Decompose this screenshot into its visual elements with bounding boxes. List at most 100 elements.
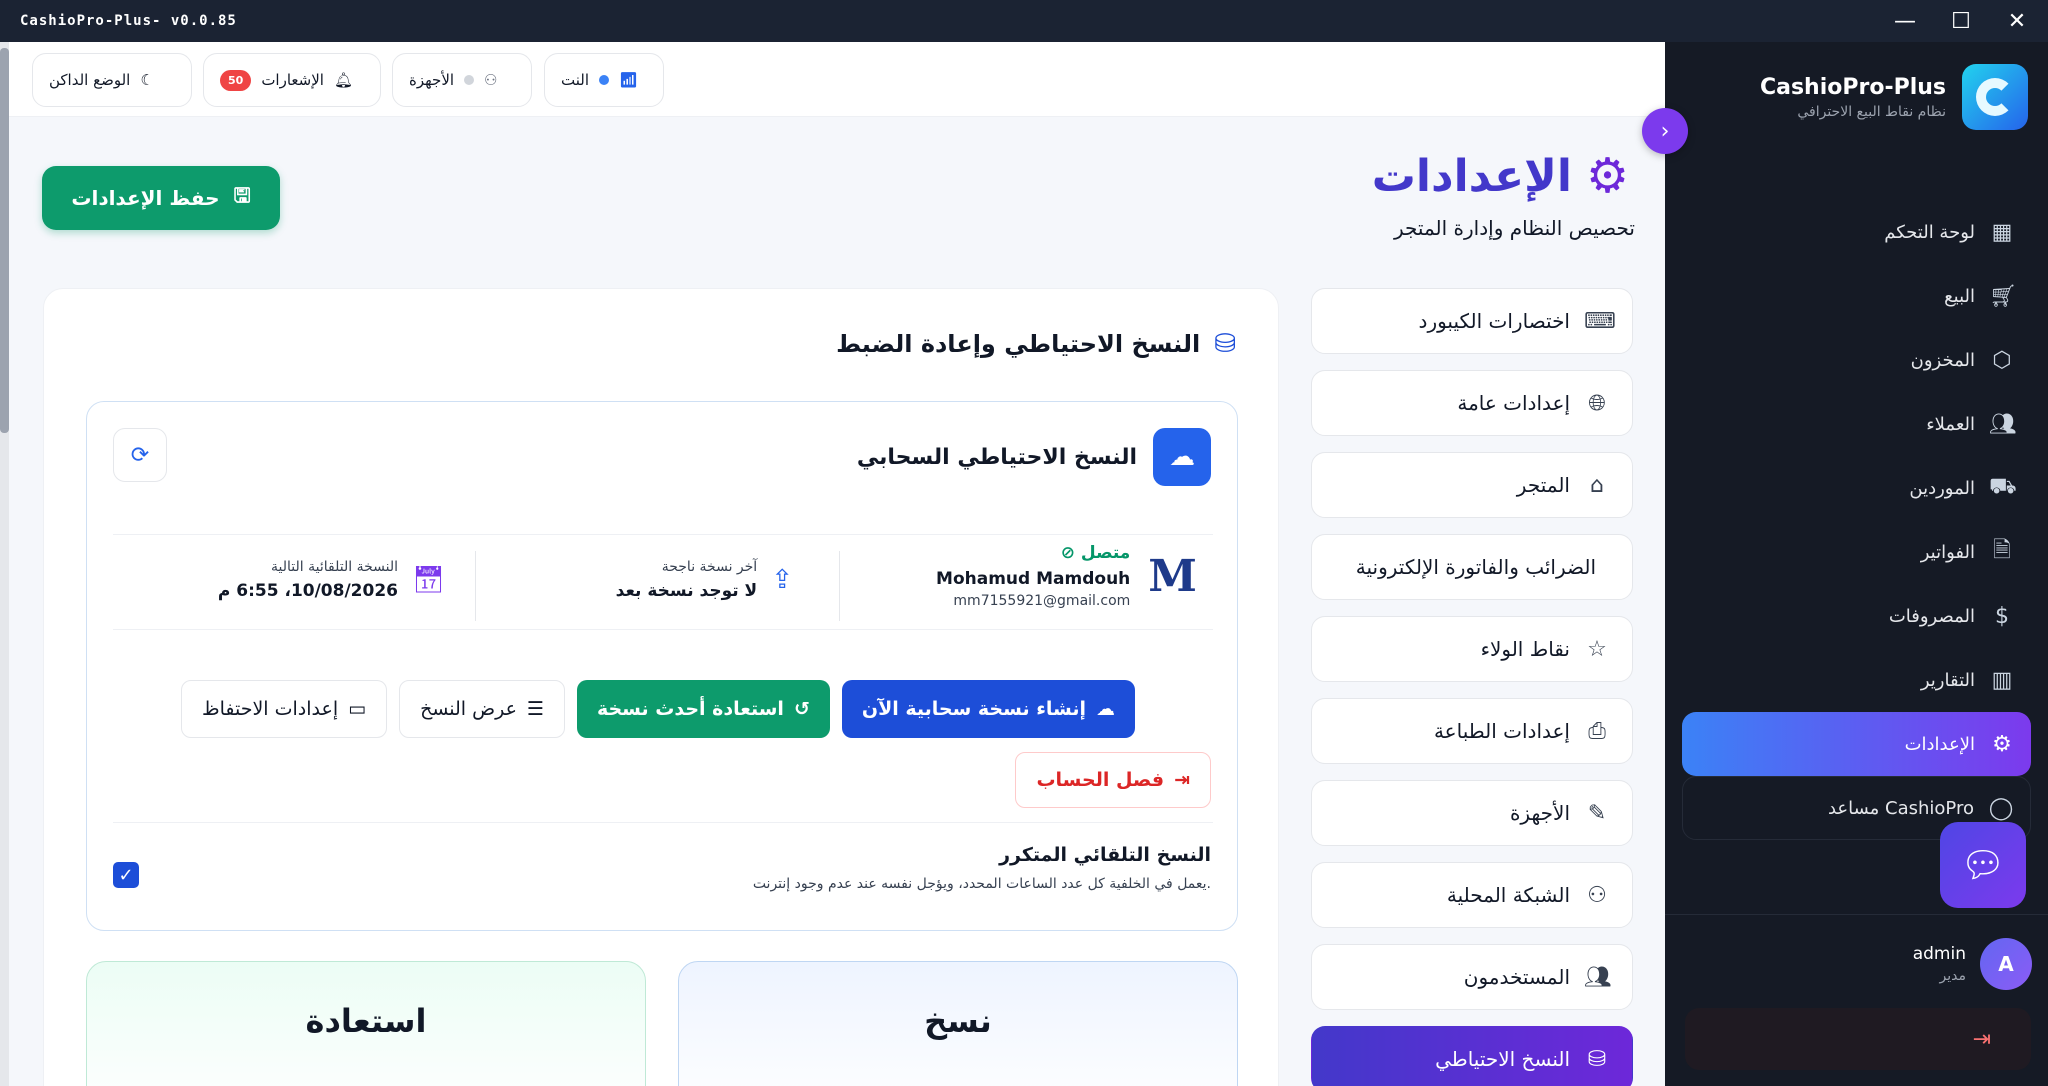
backup-card[interactable]: نسخ	[678, 961, 1238, 1086]
settings-nav-general[interactable]: إعدادات عامة 🌐︎	[1311, 370, 1633, 436]
divider	[475, 551, 476, 621]
box-icon: ⬡	[1992, 347, 2012, 373]
sidebar-item-label: التقارير	[1920, 669, 1975, 691]
refresh-button[interactable]: ⟳	[113, 428, 167, 482]
restore-card-title: استعادة	[305, 1002, 427, 1040]
sidebar-item-settings[interactable]: الإعدادات ⚙	[1682, 712, 2031, 776]
settings-nav-network[interactable]: الشبكة المحلية ⚇	[1311, 862, 1633, 928]
settings-nav-label: إعدادات عامة	[1457, 391, 1570, 415]
page-subtitle: تحصيص النظام وإدارة المتجر	[1393, 216, 1635, 240]
dashboard-icon: ▦	[1991, 219, 2013, 245]
sidebar-item-expenses[interactable]: المصروفات $	[1682, 584, 2031, 648]
user-profile[interactable]: admin مدير A	[1913, 938, 2032, 990]
customers-icon: 👥︎	[1989, 411, 2017, 437]
main-content: ⚙ الإعدادات تحصيص النظام وإدارة المتجر ح…	[9, 118, 1665, 1086]
cloud-backup-title: النسخ الاحتياطي السحابي	[856, 444, 1137, 470]
reports-icon: ▥	[1991, 667, 2013, 693]
settings-nav-label: الشبكة المحلية	[1446, 883, 1570, 907]
auto-backup-checkbox[interactable]: ✓	[113, 862, 139, 888]
sidebar-item-label: لوحة التحكم	[1884, 221, 1975, 243]
sidebar-item-reports[interactable]: التقارير ▥	[1682, 648, 2031, 712]
sidebar-item-dashboard[interactable]: لوحة التحكم ▦	[1682, 200, 2031, 264]
backup-card-title: نسخ	[924, 1002, 992, 1040]
divider	[839, 551, 840, 621]
settings-nav-printing[interactable]: إعدادات الطباعة ⎙	[1311, 698, 1633, 764]
collapse-sidebar-button[interactable]: ›	[1642, 108, 1688, 154]
dark-mode-toggle[interactable]: الوضع الداكن ☾	[32, 53, 192, 107]
top-status-bar: الوضع الداكن ☾ 50 الإشعارات 🔔︎ الأجهزة ⚇…	[0, 42, 1665, 117]
sidebar-item-invoices[interactable]: الفواتير 🗎	[1682, 520, 2031, 584]
section-title: ⛁ النسخ الاحتياطي وإعادة الضبط	[836, 329, 1236, 359]
settings-nav-label: المستخدمون	[1463, 965, 1570, 989]
last-backup-stat: ⇪ آخر نسخة ناجحة لا توجد نسخة بعد	[616, 559, 793, 601]
sidebar-item-label: المصروفات	[1888, 605, 1975, 627]
settings-nav-store[interactable]: المتجر ⌂	[1311, 452, 1633, 518]
users-icon: 👥︎	[1584, 964, 1612, 990]
next-backup-label: النسخة التلقائية التالية	[271, 559, 398, 575]
settings-nav-devices[interactable]: الأجهزة ✎	[1311, 780, 1633, 846]
settings-nav-label: نقاط الولاء	[1480, 637, 1570, 661]
last-backup-label: آخر نسخة ناجحة	[661, 559, 758, 575]
retention-settings-button[interactable]: ▭ إعدادات الاحتفاظ	[181, 680, 388, 738]
restore-card[interactable]: استعادة	[86, 961, 646, 1086]
section-title-text: النسخ الاحتياطي وإعادة الضبط	[836, 330, 1201, 358]
sidebar-item-inventory[interactable]: المخزون ⬡	[1682, 328, 2031, 392]
save-settings-button[interactable]: حفظ الإعدادات 🖫	[42, 166, 280, 230]
globe-icon: 🌐︎	[1588, 390, 1606, 416]
cloud-icon: ☁	[1153, 428, 1211, 486]
settings-nav-loyalty[interactable]: نقاط الولاء ☆	[1311, 616, 1633, 682]
minimize-icon[interactable]: —	[1894, 9, 1916, 34]
divider	[1665, 914, 2048, 915]
list-icon: ☰	[526, 698, 544, 720]
settings-nav-users[interactable]: المستخدمون 👥︎	[1311, 944, 1633, 1010]
chat-button[interactable]: 💬︎	[1940, 822, 2026, 908]
save-icon: 🖫	[233, 183, 251, 207]
avatar: A	[1980, 938, 2032, 990]
scrollbar-thumb[interactable]	[0, 48, 9, 433]
settings-nav-backup[interactable]: النسخ الاحتياطي ⛁	[1311, 1026, 1633, 1086]
sidebar-item-customers[interactable]: العملاء 👥︎	[1682, 392, 2031, 456]
settings-nav-keyboard[interactable]: اختصارات الكيبورد ⌨	[1311, 288, 1633, 354]
view-backups-button[interactable]: ☰ عرض النسخ	[399, 680, 565, 738]
maximize-icon[interactable]: ☐	[1950, 9, 1972, 34]
check-circle-icon: ⊘	[1060, 543, 1075, 563]
auto-backup-setting: النسخ التلقائي المتكرر يعمل في الخلفية ك…	[753, 844, 1211, 892]
sidebar-item-label: العملاء	[1926, 413, 1975, 435]
disconnect-account-label: فصل الحساب	[1036, 769, 1165, 791]
internet-status[interactable]: النت 📶︎	[544, 53, 664, 107]
account-name: Mohamud Mamdouh	[936, 569, 1131, 589]
page-scrollbar[interactable]	[0, 42, 9, 1086]
create-cloud-backup-button[interactable]: ☁ إنشاء نسخة سحابية الآن	[841, 680, 1136, 738]
settings-nav-label: الضرائب والفاتورة الإلكترونية	[1355, 555, 1596, 579]
disconnect-account-button[interactable]: ⇥ فصل الحساب	[1015, 752, 1211, 808]
devices-status[interactable]: الأجهزة ⚇	[392, 53, 532, 107]
invoice-icon: 🗎	[1993, 538, 2011, 563]
logout-button[interactable]: ⇥	[1685, 1008, 2031, 1070]
sidebar-item-label: مساعد CashioPro	[1827, 797, 1974, 819]
keyboard-icon: ⌨	[1584, 308, 1616, 334]
cloud-upload-icon: ☁	[1096, 698, 1116, 720]
account-email: mm7155921@gmail.com	[953, 593, 1131, 609]
auto-backup-description: يعمل في الخلفية كل عدد الساعات المحدد، و…	[752, 876, 1211, 892]
sidebar-nav: لوحة التحكم ▦ البيع 🛒︎ المخزون ⬡ العملاء…	[1665, 200, 2048, 840]
settings-nav-label: اختصارات الكيبورد	[1418, 309, 1570, 333]
settings-nav-label: إعدادات الطباعة	[1433, 719, 1570, 743]
connection-status: متصل ⊘	[936, 543, 1131, 563]
settings-nav-label: النسخ الاحتياطي	[1435, 1047, 1570, 1071]
sidebar-item-sales[interactable]: البيع 🛒︎	[1682, 264, 2031, 328]
close-icon[interactable]: ✕	[2006, 9, 2028, 34]
notifications-button[interactable]: 50 الإشعارات 🔔︎	[203, 53, 381, 107]
page-title: الإعدادات	[1371, 150, 1572, 202]
logout-icon: ⇥	[1174, 769, 1190, 791]
star-icon: ☆	[1587, 636, 1607, 662]
sidebar-item-suppliers[interactable]: الموردين ⛟	[1682, 456, 2031, 520]
devices-status-dot	[464, 75, 475, 85]
store-icon: ⌂	[1590, 472, 1604, 498]
settings-nav-tax[interactable]: الضرائب والفاتورة الإلكترونية	[1311, 534, 1633, 600]
cloud-backup-card: ☁ النسخ الاحتياطي السحابي ⟳ M متصل ⊘ Moh…	[86, 401, 1238, 931]
connection-status-text: متصل	[1080, 543, 1131, 563]
notifications-label: الإشعارات	[261, 71, 324, 89]
restore-latest-button[interactable]: ↺ استعادة أحدث نسخة	[576, 680, 830, 738]
cart-icon: 🛒︎	[1989, 283, 2017, 309]
internet-status-dot	[599, 75, 609, 85]
